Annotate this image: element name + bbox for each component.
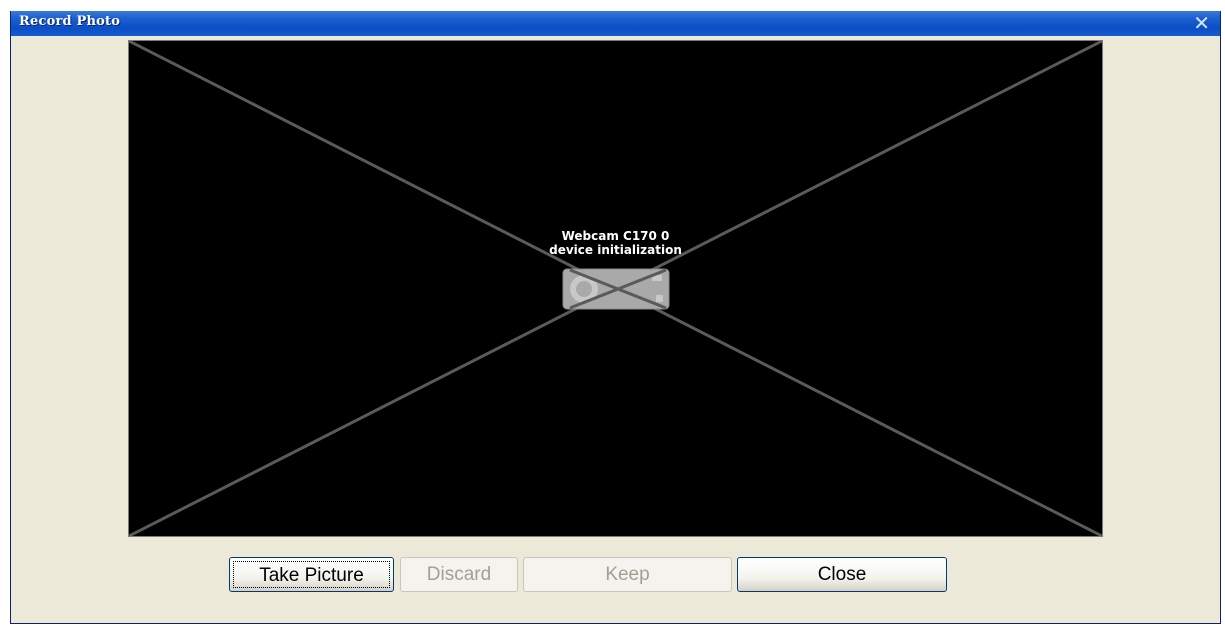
keep-button[interactable]: Keep: [523, 557, 732, 592]
webcam-icon: [562, 268, 670, 310]
take-picture-button[interactable]: Take Picture: [229, 557, 394, 592]
camera-preview: Webcam C170 0 device initialization: [128, 40, 1103, 537]
device-status-text: device initialization: [549, 243, 682, 257]
record-photo-dialog: Record Photo ✕ Webcam C170 0 device init…: [10, 11, 1221, 624]
device-name-text: Webcam C170 0: [561, 229, 670, 243]
window-title: Record Photo: [19, 14, 121, 29]
take-picture-label: Take Picture: [233, 561, 390, 588]
dialog-client-area: Webcam C170 0 device initialization Take…: [11, 36, 1220, 623]
title-bar[interactable]: Record Photo ✕: [11, 11, 1220, 36]
discard-button[interactable]: Discard: [400, 557, 518, 592]
close-icon[interactable]: ✕: [1193, 12, 1210, 34]
close-button[interactable]: Close: [737, 557, 947, 592]
